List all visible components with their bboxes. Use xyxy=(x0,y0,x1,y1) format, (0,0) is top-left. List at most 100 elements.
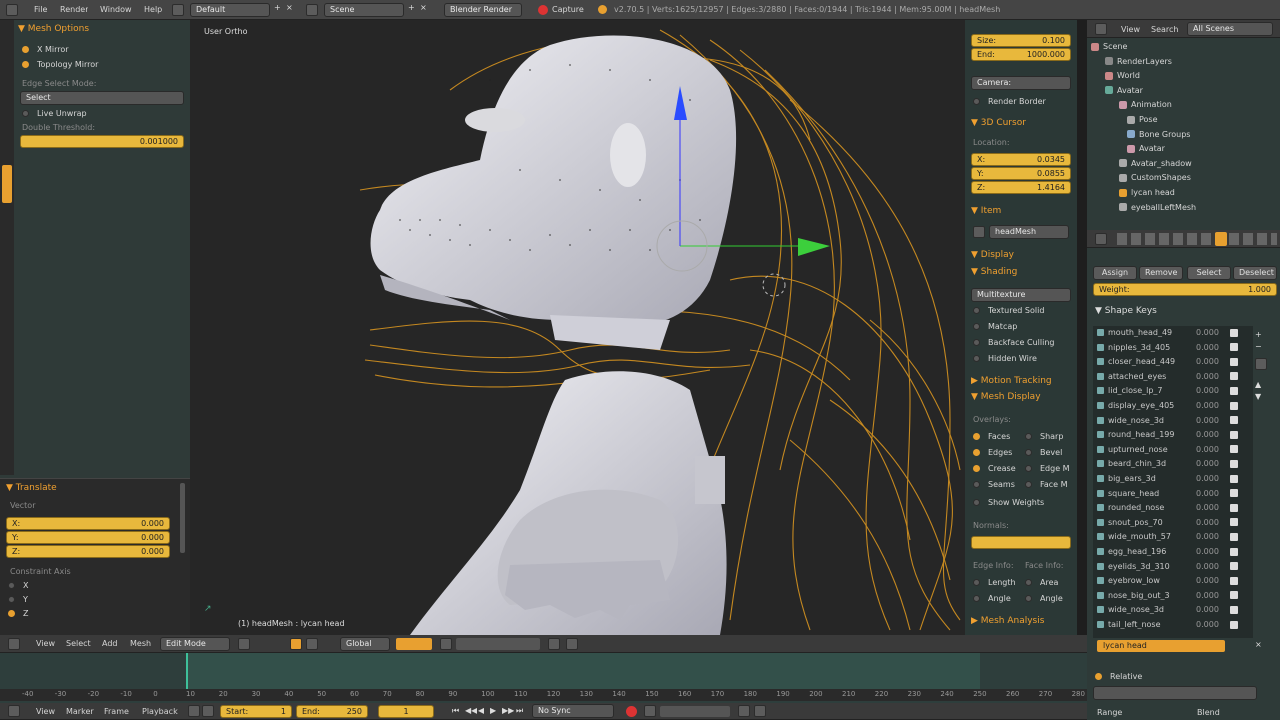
tools-tab-active[interactable] xyxy=(2,165,12,203)
snap-element-icon[interactable] xyxy=(548,638,560,650)
keying-set-icon[interactable] xyxy=(644,705,656,717)
edge-select-mode-dropdown[interactable]: Select xyxy=(20,91,184,105)
angle-checkbox[interactable]: Angle xyxy=(973,594,1011,603)
clip-size-field[interactable]: Size: 0.100 xyxy=(971,34,1071,47)
hidden-wire-checkbox[interactable]: Hidden Wire xyxy=(973,354,1037,363)
shape-key-mute-checkbox[interactable] xyxy=(1230,445,1238,454)
play-icon[interactable]: ▶ xyxy=(490,706,496,715)
menu-select[interactable]: Select xyxy=(66,639,91,648)
record-icon[interactable] xyxy=(538,5,548,15)
data-tab-active-icon[interactable] xyxy=(1215,232,1227,246)
shape-key-value[interactable]: 0.000 xyxy=(1196,576,1226,585)
shape-key-mute-checkbox[interactable] xyxy=(1230,357,1238,366)
shape-key-value[interactable]: 0.000 xyxy=(1196,459,1226,468)
motion-tracking-header[interactable]: ▶ Motion Tracking xyxy=(971,376,1052,386)
next-key-icon[interactable]: ▶▶ xyxy=(502,706,514,715)
shape-key-value[interactable]: 0.000 xyxy=(1196,401,1226,410)
shape-key-mute-checkbox[interactable] xyxy=(1230,401,1238,410)
menu-window[interactable]: Window xyxy=(100,5,132,14)
active-shape-key[interactable]: lycan head xyxy=(1097,640,1225,652)
move-down-icon[interactable]: ▼ xyxy=(1255,392,1261,401)
shape-key-row[interactable]: snout_pos_70 0.000 xyxy=(1097,518,1247,527)
scene-icon[interactable] xyxy=(306,4,318,16)
close-layout-icon[interactable]: × xyxy=(286,3,293,12)
item-name-field[interactable]: headMesh xyxy=(989,225,1069,239)
shape-key-row[interactable]: display_eye_405 0.000 xyxy=(1097,401,1247,410)
timeline-editor-icon[interactable] xyxy=(8,705,20,717)
timeline-marker-menu[interactable]: Marker xyxy=(66,707,94,716)
add-shape-key-icon[interactable]: + xyxy=(1255,330,1262,339)
remove-shape-key-icon[interactable]: − xyxy=(1255,342,1262,351)
prev-key-icon[interactable]: ◀◀ xyxy=(465,706,477,715)
sharp-checkbox[interactable]: Sharp xyxy=(1025,432,1063,441)
jump-start-icon[interactable]: ⏮ xyxy=(452,706,459,716)
face-m-checkbox[interactable]: Face M xyxy=(1025,480,1068,489)
shape-key-mute-checkbox[interactable] xyxy=(1230,430,1238,439)
shape-key-mute-checkbox[interactable] xyxy=(1230,591,1238,600)
shape-key-row[interactable]: rounded_nose 0.000 xyxy=(1097,503,1247,512)
shape-key-row[interactable]: round_head_199 0.000 xyxy=(1097,430,1247,439)
live-unwrap-checkbox[interactable]: Live Unwrap xyxy=(22,109,87,118)
shape-key-row[interactable]: big_ears_3d 0.000 xyxy=(1097,474,1247,483)
remove-button[interactable]: Remove xyxy=(1139,266,1183,280)
shape-key-value[interactable]: 0.000 xyxy=(1196,620,1226,629)
outliner-item[interactable]: World xyxy=(1105,71,1140,80)
outliner-editor-icon[interactable] xyxy=(1095,23,1107,35)
relative-checkbox[interactable]: Relative xyxy=(1095,672,1142,681)
shape-key-menu-icon[interactable] xyxy=(1255,358,1267,370)
menu-view[interactable]: View xyxy=(36,639,55,648)
shape-key-row[interactable]: lid_close_lp_7 0.000 xyxy=(1097,386,1247,395)
constraint-y-checkbox[interactable]: Y xyxy=(8,595,28,604)
menu-file[interactable]: File xyxy=(34,5,47,14)
edges-checkbox[interactable]: Edges xyxy=(973,448,1012,457)
mesh-options-header[interactable]: ▼ Mesh Options xyxy=(18,24,89,34)
translate-y-field[interactable]: Y: 0.000 xyxy=(6,531,170,544)
viewport-shading-icon[interactable] xyxy=(238,638,250,650)
menu-render[interactable]: Render xyxy=(60,5,88,14)
add-scene-icon[interactable]: + xyxy=(408,3,415,12)
shape-key-value[interactable]: 0.000 xyxy=(1196,416,1226,425)
keying-set-field[interactable] xyxy=(660,706,730,717)
face-angle-checkbox[interactable]: Angle xyxy=(1025,594,1063,603)
auto-key-record-icon[interactable] xyxy=(626,706,637,717)
crease-checkbox[interactable]: Crease xyxy=(973,464,1016,473)
shape-key-row[interactable]: wide_nose_3d 0.000 xyxy=(1097,416,1247,425)
translate-header[interactable]: ▼ Translate xyxy=(6,483,57,493)
shape-key-mute-checkbox[interactable] xyxy=(1230,576,1238,585)
deselect-button[interactable]: Deselect xyxy=(1233,266,1277,280)
outliner-item[interactable]: Avatar xyxy=(1127,144,1165,153)
outliner-item[interactable]: Bone Groups xyxy=(1127,130,1190,139)
shape-key-row[interactable]: upturned_nose 0.000 xyxy=(1097,445,1247,454)
menu-mesh[interactable]: Mesh xyxy=(130,639,151,648)
textured-solid-checkbox[interactable]: Textured Solid xyxy=(973,306,1044,315)
outliner-filter-dropdown[interactable]: All Scenes xyxy=(1187,22,1273,36)
menu-add[interactable]: Add xyxy=(102,639,118,648)
timeline[interactable]: -40 -30 -20 -10 0 10 20 30 40 50 60 70 80 90 100 110 120… xyxy=(0,653,1087,703)
sync-mode-dropdown[interactable]: No Sync xyxy=(532,704,614,718)
shape-key-mute-checkbox[interactable] xyxy=(1230,503,1238,512)
end-frame-field[interactable]: End: 250 xyxy=(296,705,368,718)
x-mirror-checkbox[interactable]: X Mirror xyxy=(22,45,69,54)
screen-layout-select[interactable]: Default xyxy=(190,3,270,17)
shape-key-row[interactable]: nose_big_out_3 0.000 xyxy=(1097,591,1247,600)
render-border-checkbox[interactable]: Render Border xyxy=(973,97,1046,106)
close-icon[interactable]: × xyxy=(1255,640,1262,649)
viewport-3d[interactable]: User Ortho ↗ (1) headMesh: lycan head xyxy=(190,20,965,635)
shape-key-value[interactable]: 0.000 xyxy=(1196,372,1226,381)
display-header[interactable]: ▼ Display xyxy=(971,250,1014,260)
3d-cursor-header[interactable]: ▼ 3D Cursor xyxy=(971,118,1026,128)
shape-key-mute-checkbox[interactable] xyxy=(1230,620,1238,629)
shape-key-mute-checkbox[interactable] xyxy=(1230,518,1238,527)
keying-icon[interactable] xyxy=(202,705,214,717)
scene-select[interactable]: Scene xyxy=(324,3,404,17)
edge-m-checkbox[interactable]: Edge M xyxy=(1025,464,1070,473)
shape-key-row[interactable]: square_head 0.000 xyxy=(1097,489,1247,498)
shape-key-value[interactable]: 0.000 xyxy=(1196,328,1226,337)
start-frame-field[interactable]: Start: 1 xyxy=(220,705,292,718)
shape-key-value[interactable]: 0.000 xyxy=(1196,562,1226,571)
outliner-item[interactable]: CustomShapes xyxy=(1119,173,1191,182)
render-engine-select[interactable]: Blender Render xyxy=(444,3,522,17)
outliner-item[interactable]: RenderLayers xyxy=(1105,57,1172,66)
shape-key-value[interactable]: 0.000 xyxy=(1196,503,1226,512)
shape-keys-header[interactable]: ▼ Shape Keys xyxy=(1095,306,1157,316)
